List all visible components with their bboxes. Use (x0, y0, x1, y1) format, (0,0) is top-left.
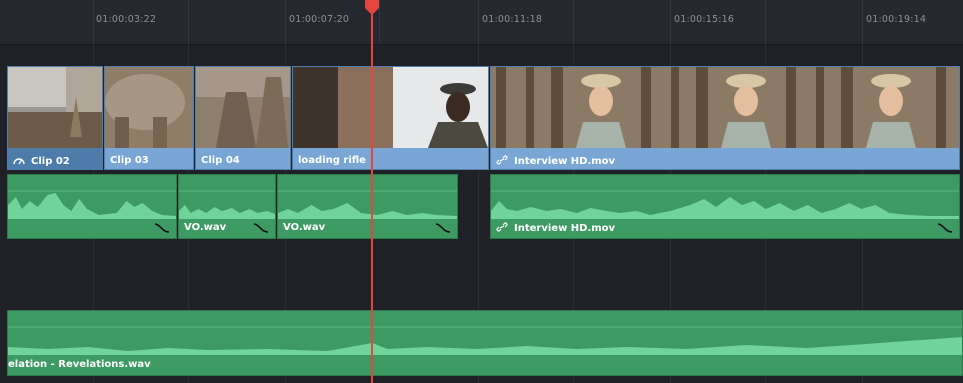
ruler-tick (93, 0, 94, 44)
clip-thumbnail (491, 67, 959, 148)
video-clip-interview-hd[interactable]: Interview HD.mov (490, 66, 960, 170)
timecode-label: 01:00:15:16 (674, 14, 735, 25)
audio-waveform (278, 175, 457, 219)
clip-name: Clip 02 (31, 156, 70, 167)
timecode-label: 01:00:19:14 (866, 14, 927, 25)
clip-name: Clip 03 (110, 155, 149, 166)
video-clip-clip-04[interactable]: Clip 04 (195, 66, 291, 170)
ruler-tick (862, 0, 863, 44)
ruler-tick (285, 0, 286, 44)
video-clip-clip-02[interactable]: Clip 02 (7, 66, 103, 170)
clip-label: Interview HD.mov (496, 222, 615, 234)
link-icon (496, 222, 508, 232)
fade-curve-icon (154, 223, 170, 233)
clip-name: Interview HD.mov (514, 156, 616, 167)
audio-clip-vo[interactable]: VO.wav (277, 174, 458, 239)
audio-waveform (8, 175, 176, 219)
ruler-tick (670, 0, 671, 44)
timecode-label: 01:00:11:18 (482, 14, 543, 25)
timecode-label: 01:00:03:22 (96, 14, 157, 25)
clip-name: VO.wav (184, 222, 227, 233)
playhead-handle[interactable] (364, 0, 380, 16)
fade-curve-icon (253, 223, 269, 233)
audio-clip-vo[interactable]: VO.wav (178, 174, 276, 239)
clip-label: Interview HD.mov (496, 155, 615, 167)
audio-waveform (8, 311, 962, 355)
video-clip-clip-03[interactable]: Clip 03 (104, 66, 194, 170)
timecode-label: 01:00:07:20 (289, 14, 350, 25)
audio-clip[interactable] (7, 174, 177, 239)
timeline[interactable]: 01:00:03:22 01:00:07:20 01:00:11:18 01:0… (0, 0, 963, 383)
speed-gauge-icon (13, 158, 25, 165)
video-clip-loading-rifle[interactable]: loading rifle (292, 66, 489, 170)
clip-name: elation - Revelations.wav (8, 359, 151, 370)
audio-waveform (179, 175, 275, 219)
clip-name: VO.wav (283, 222, 326, 233)
timecode-ruler[interactable]: 01:00:03:22 01:00:07:20 01:00:11:18 01:0… (0, 0, 963, 45)
clip-name: loading rifle (298, 155, 366, 166)
fade-curve-icon (435, 223, 451, 233)
audio-clip-interview-hd[interactable]: Interview HD.mov (490, 174, 960, 239)
audio-clip-revelations[interactable]: elation - Revelations.wav (7, 310, 963, 376)
ruler-tick (765, 0, 766, 44)
ruler-tick (188, 0, 189, 44)
clip-name: Interview HD.mov (514, 223, 616, 234)
ruler-tick (478, 0, 479, 44)
clip-thumbnail (105, 67, 193, 148)
clip-thumbnail (293, 67, 488, 148)
clip-name: Clip 04 (201, 155, 240, 166)
audio-waveform (491, 175, 959, 219)
link-icon (496, 155, 508, 165)
clip-thumbnail (196, 67, 290, 148)
fade-curve-icon (937, 223, 953, 233)
clip-thumbnail (8, 67, 102, 148)
ruler-tick (573, 0, 574, 44)
clip-label: Clip 02 (13, 155, 70, 167)
playhead-line[interactable] (371, 6, 373, 383)
